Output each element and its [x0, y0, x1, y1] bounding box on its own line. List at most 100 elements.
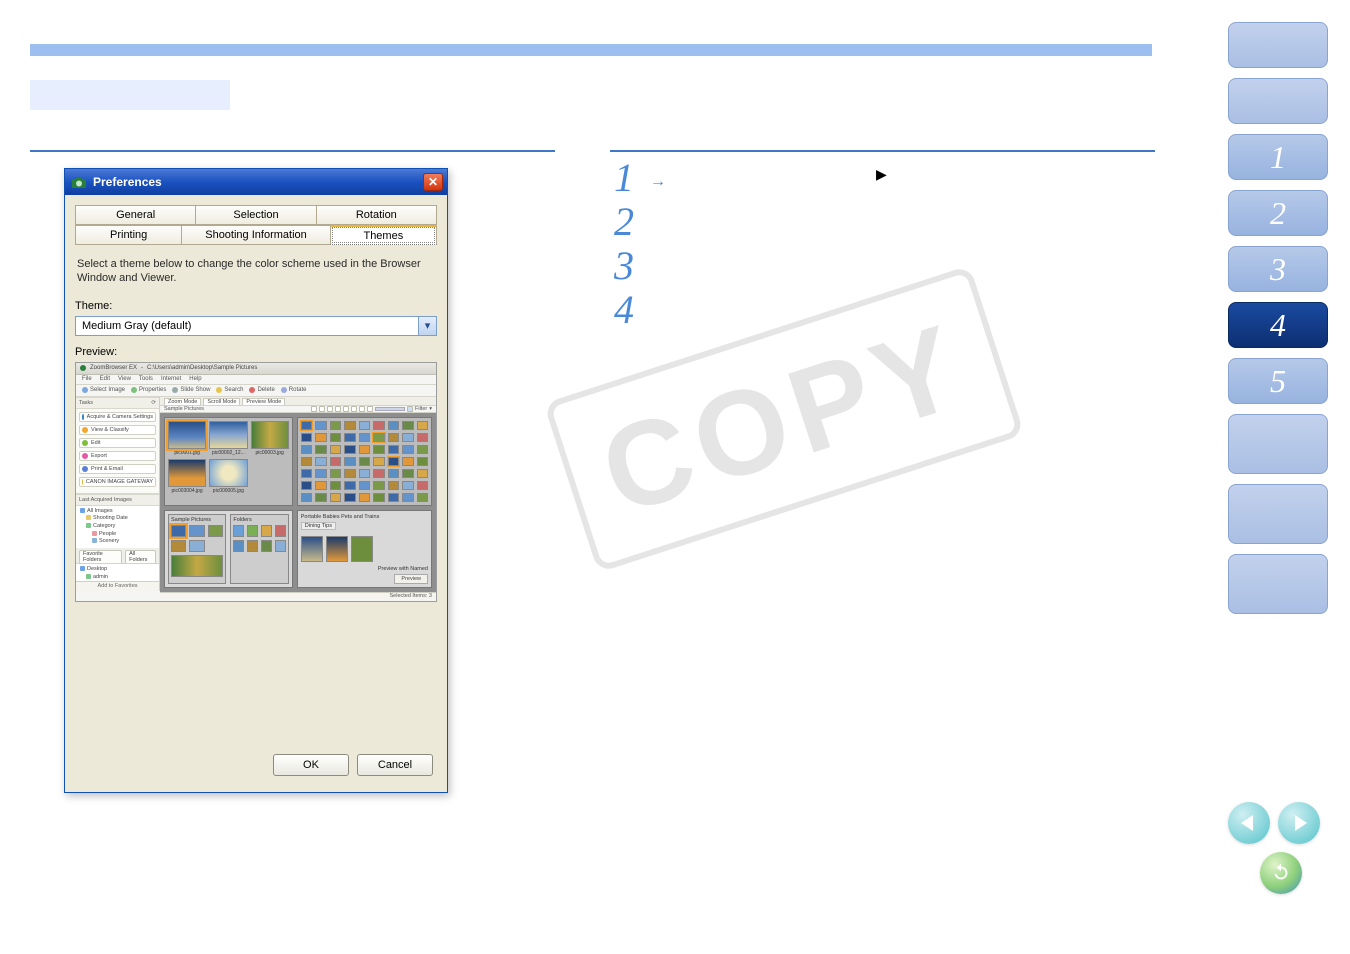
tiny-thumb: [402, 469, 413, 478]
add-to-favorites: Add to Favorites: [76, 581, 159, 591]
tiny-thumb: [417, 493, 428, 502]
chapter-nav: 1 2 3 4 5: [1228, 22, 1328, 614]
tiny-thumb: [402, 421, 413, 430]
tiny-thumb: [373, 445, 384, 454]
tiny-thumb: [373, 457, 384, 466]
tiny-thumb: [373, 469, 384, 478]
tiny-thumb: [315, 493, 326, 502]
tab-scroll-mode: Scroll Mode: [203, 398, 240, 405]
tab-printing[interactable]: Printing: [75, 225, 182, 245]
step-1-number: 1: [614, 155, 634, 200]
tiny-thumb: [315, 481, 326, 490]
tiny-thumb: [344, 469, 355, 478]
return-button[interactable]: [1260, 852, 1302, 894]
toolbar-select: Select Image: [82, 387, 125, 393]
theme-label: Theme:: [75, 300, 437, 312]
toolbar-delete: Delete: [249, 387, 274, 393]
task-edit: Edit: [79, 438, 156, 448]
nav-button-5[interactable]: 5: [1228, 358, 1328, 404]
nav-button-3[interactable]: 3: [1228, 246, 1328, 292]
task-print: Print & Email: [79, 464, 156, 474]
folder-tabs: Favorite Folders All Folders: [76, 548, 159, 564]
pane-bottom-right: Portable Babies Pets and Trains Dining T…: [297, 510, 432, 588]
tiny-thumb: [359, 433, 370, 442]
tiny-thumb: [388, 469, 399, 478]
menu-file: File: [82, 376, 92, 382]
nav-button-1[interactable]: 1: [1228, 134, 1328, 180]
close-button[interactable]: ✕: [423, 173, 443, 191]
camera-icon: [82, 414, 84, 420]
tab-favorite-folders: Favorite Folders: [79, 550, 122, 563]
preview-button-small: Preview: [394, 574, 428, 584]
tiny-thumb: [301, 457, 312, 466]
nav-button-4[interactable]: 4: [1228, 302, 1328, 348]
steps-list: 1 → 2 3 4: [614, 156, 666, 332]
tiny-thumb: [315, 457, 326, 466]
camera-icon: [71, 174, 87, 190]
task-view: View & Classify: [79, 425, 156, 435]
tiny-thumb: [344, 421, 355, 430]
tiny-thumb: [373, 421, 384, 430]
nav-button-intro-2[interactable]: [1228, 78, 1328, 124]
tiny-thumb: [402, 481, 413, 490]
tiny-thumb: [373, 433, 384, 442]
nav-button-intro-1[interactable]: [1228, 22, 1328, 68]
subpane-sample-pictures: Sample Pictures: [168, 514, 226, 584]
themes-description: Select a theme below to change the color…: [75, 255, 437, 296]
tiny-thumb: [402, 445, 413, 454]
tiny-thumb: [344, 433, 355, 442]
ok-button[interactable]: OK: [273, 754, 349, 776]
tab-selection[interactable]: Selection: [195, 205, 316, 225]
tab-general[interactable]: General: [75, 205, 196, 225]
triangle-left-icon: [1239, 813, 1259, 833]
chevron-down-icon: ▾: [425, 319, 431, 332]
export-icon: [82, 453, 88, 459]
tiny-thumb: [359, 469, 370, 478]
step-2: 2: [614, 200, 666, 244]
preview-app-title: ZoomBrowser EX: [90, 365, 137, 371]
app-icon: [71, 174, 87, 190]
tiny-thumb: [301, 481, 312, 490]
nav-button-extra-1[interactable]: [1228, 414, 1328, 474]
section-highlight: [30, 80, 230, 110]
tab-zoom-mode: Zoom Mode: [164, 398, 201, 405]
pane-large-thumbs: pic0001.jpg pic00002_12... pic00003.jpg: [164, 417, 293, 506]
tab-rotation[interactable]: Rotation: [316, 205, 437, 225]
preview-thumbnail: ZoomBrowser EX - C:\Users\admin\Desktop\…: [75, 362, 437, 602]
task-acquire: Acquire & Camera Settings: [79, 412, 156, 422]
step-3: 3: [614, 244, 666, 288]
theme-select[interactable]: Medium Gray (default) ▾: [75, 316, 437, 336]
tab-themes[interactable]: Themes: [330, 225, 437, 245]
last-acquired-header: Last Acquired Images: [76, 494, 159, 506]
prev-page-button[interactable]: [1228, 802, 1270, 844]
tiny-thumb: [315, 421, 326, 430]
tiny-thumb: [301, 421, 312, 430]
nav-button-extra-3[interactable]: [1228, 554, 1328, 614]
menu-view: View: [118, 376, 131, 382]
cancel-button[interactable]: Cancel: [357, 754, 433, 776]
tiny-thumb: [388, 445, 399, 454]
nav-button-extra-2[interactable]: [1228, 484, 1328, 544]
tiny-thumb: [330, 445, 341, 454]
header-bar: [30, 44, 1152, 56]
step-4: 4: [614, 288, 666, 332]
nav-button-2[interactable]: 2: [1228, 190, 1328, 236]
tab-strip: General Selection Rotation Printing Shoo…: [75, 205, 437, 245]
tiny-thumb: [388, 421, 399, 430]
theme-select-dropdown-button[interactable]: ▾: [419, 316, 437, 336]
tiny-thumb: [402, 457, 413, 466]
preview-content: Zoom Mode Scroll Mode Preview Mode Sampl…: [160, 397, 436, 591]
tab-shooting-information[interactable]: Shooting Information: [181, 225, 330, 245]
tiny-thumb: [359, 421, 370, 430]
preview-sidebar: Tasks ⟳ Acquire & Camera Settings View &…: [76, 397, 160, 591]
preview-panes: pic0001.jpg pic00002_12... pic00003.jpg: [160, 413, 436, 592]
tiny-thumb: [330, 433, 341, 442]
tiny-thumb: [388, 457, 399, 466]
next-page-button[interactable]: [1278, 802, 1320, 844]
toolbar-slideshow: Slide Show: [172, 387, 210, 393]
dialog-title: Preferences: [93, 175, 162, 189]
tiny-thumb: [301, 493, 312, 502]
dialog-titlebar[interactable]: Preferences ✕: [65, 169, 447, 195]
tiny-thumb: [301, 445, 312, 454]
preview-window-titlebar: ZoomBrowser EX - C:\Users\admin\Desktop\…: [76, 363, 436, 375]
